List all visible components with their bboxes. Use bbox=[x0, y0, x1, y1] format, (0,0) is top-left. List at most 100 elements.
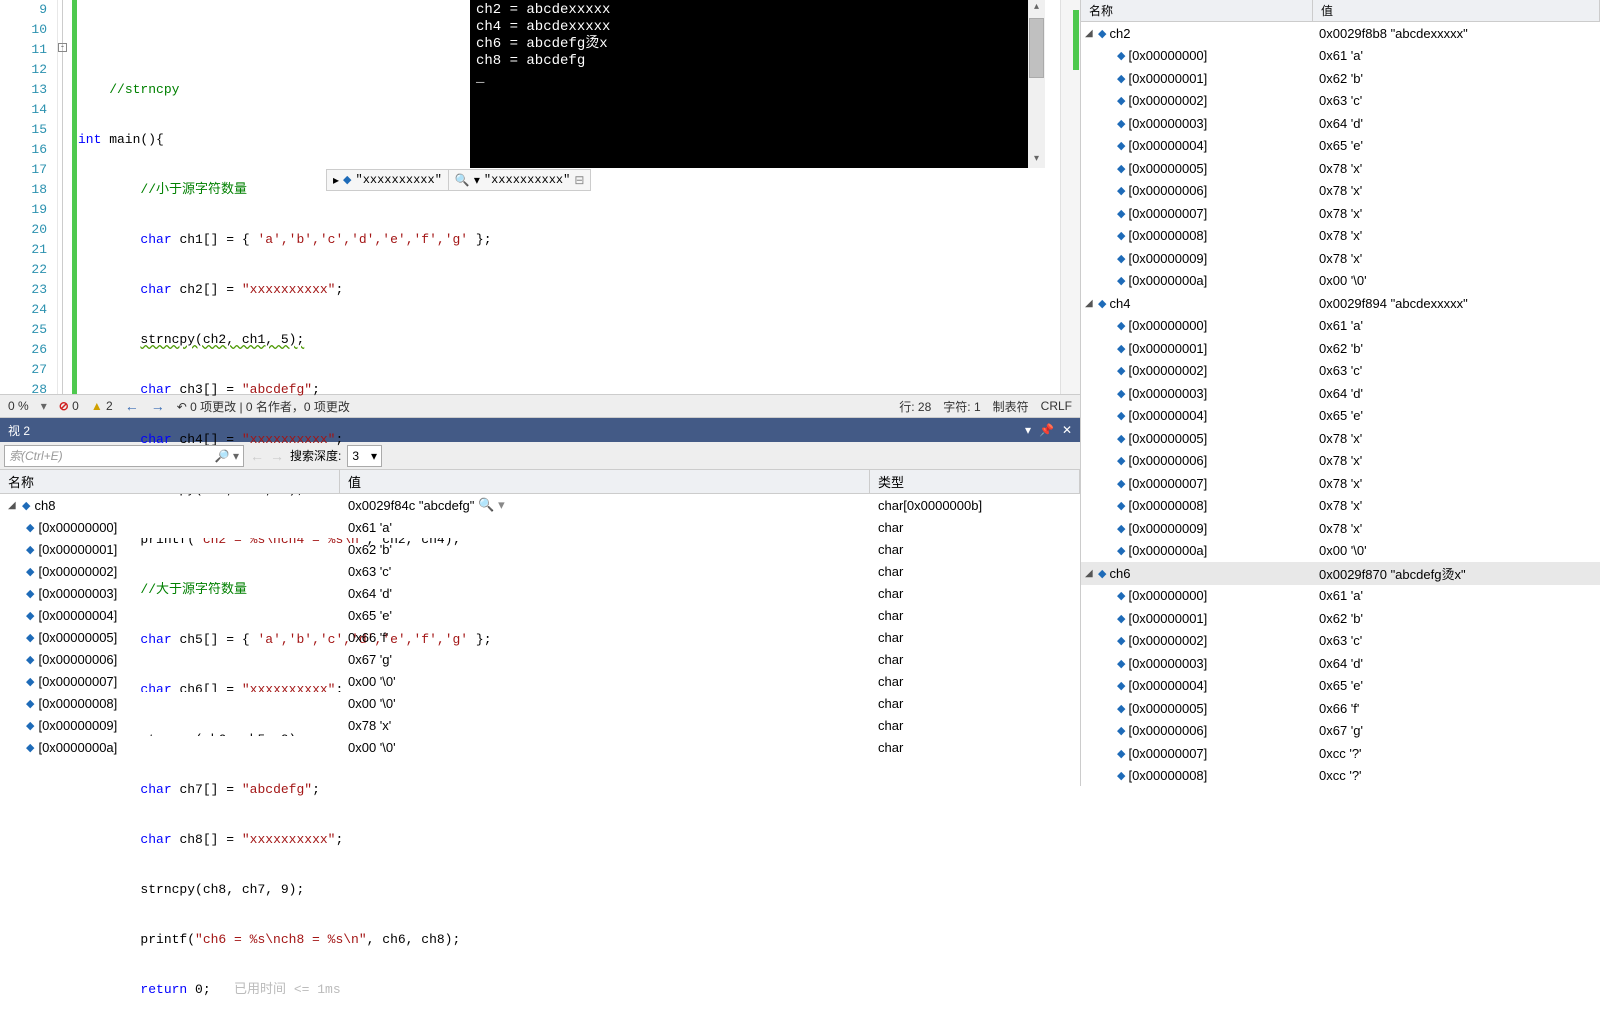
expand-icon[interactable]: ◢ bbox=[8, 500, 18, 511]
locals-row[interactable]: ◆ [0x00000007]0x78 'x' bbox=[1081, 202, 1600, 225]
watch-row[interactable]: ◆ [0x00000000]0x61 'a'char bbox=[0, 516, 1080, 538]
locals-tree[interactable]: ◢ ◆ ch20x0029f8b8 "abcdexxxxx"◆ [0x00000… bbox=[1081, 22, 1600, 786]
locals-row[interactable]: ◆ [0x00000003]0x64 'd' bbox=[1081, 382, 1600, 405]
error-icon[interactable]: ⊘ bbox=[59, 399, 69, 413]
locals-row[interactable]: ◆ [0x00000009]0x78 'x' bbox=[1081, 247, 1600, 270]
locals-row[interactable]: ◆ [0x00000001]0x62 'b' bbox=[1081, 607, 1600, 630]
col-header-name[interactable]: 名称 bbox=[0, 470, 340, 493]
locals-row[interactable]: ◆ [0x00000004]0x65 'e' bbox=[1081, 405, 1600, 428]
watch-row[interactable]: ◆ [0x00000009]0x78 'x'char bbox=[0, 714, 1080, 736]
debug-value-tooltip[interactable]: ▸ ◆ "xxxxxxxxxx" 🔍 ▾ "xxxxxxxxxx" ⊟ bbox=[326, 169, 591, 191]
search-icon[interactable]: 🔎 ▾ bbox=[215, 449, 239, 463]
locals-row[interactable]: ◆ [0x00000004]0x65 'e' bbox=[1081, 135, 1600, 158]
locals-row[interactable]: ◆ [0x00000000]0x61 'a' bbox=[1081, 585, 1600, 608]
locals-row[interactable]: ◆ [0x00000005]0x78 'x' bbox=[1081, 157, 1600, 180]
locals-row[interactable]: ◆ [0x00000000]0x61 'a' bbox=[1081, 45, 1600, 68]
console-line: ch8 = abcdefg bbox=[476, 53, 1039, 70]
watch-row[interactable]: ◆ [0x0000000a]0x00 '\0'char bbox=[0, 736, 1080, 758]
variable-icon: ◆ bbox=[1117, 274, 1125, 287]
locals-row[interactable]: ◆ [0x00000001]0x62 'b' bbox=[1081, 67, 1600, 90]
locals-row[interactable]: ◆ [0x00000007]0x78 'x' bbox=[1081, 472, 1600, 495]
line-gutter: 9 10 11 12 13 14 15 16 17 18 19 20 21 22… bbox=[0, 0, 58, 394]
locals-row[interactable]: ◆ [0x00000005]0x78 'x' bbox=[1081, 427, 1600, 450]
variable-icon: ◆ bbox=[26, 521, 34, 534]
locals-group[interactable]: ◢ ◆ ch20x0029f8b8 "abcdexxxxx" bbox=[1081, 22, 1600, 45]
locals-row[interactable]: ◆ [0x00000007]0xcc '?' bbox=[1081, 742, 1600, 765]
variable-icon: ◆ bbox=[26, 565, 34, 578]
watch-row[interactable]: ◆ [0x00000002]0x63 'c'char bbox=[0, 560, 1080, 582]
console-scrollbar[interactable]: ▴ ▾ bbox=[1028, 0, 1045, 168]
col-header-value[interactable]: 值 bbox=[340, 470, 870, 493]
locals-row[interactable]: ◆ [0x00000009]0x78 'x' bbox=[1081, 517, 1600, 540]
col-header-name[interactable]: 名称 bbox=[1081, 0, 1313, 21]
locals-group[interactable]: ◢ ◆ ch60x0029f870 "abcdefg烫x" bbox=[1081, 562, 1600, 585]
variable-icon: ◆ bbox=[26, 719, 34, 732]
variable-icon: ◆ bbox=[1117, 184, 1125, 197]
locals-row[interactable]: ◆ [0x0000000a]0x00 '\0' bbox=[1081, 270, 1600, 293]
watch-row-root[interactable]: ◢◆ ch8 0x0029f84c "abcdefg"🔍 ▾ char[0x00… bbox=[0, 494, 1080, 516]
minimap-change-mark bbox=[1073, 10, 1079, 70]
expand-icon[interactable]: ◢ bbox=[1085, 298, 1095, 309]
keyword: int bbox=[78, 132, 101, 147]
search-icon[interactable]: 🔍 bbox=[455, 173, 470, 188]
close-icon[interactable]: ✕ bbox=[1062, 423, 1072, 437]
locals-row[interactable]: ◆ [0x00000002]0x63 'c' bbox=[1081, 630, 1600, 653]
locals-row[interactable]: ◆ [0x00000006]0x67 'g' bbox=[1081, 720, 1600, 743]
variable-icon: ◆ bbox=[26, 653, 34, 666]
scroll-down-icon[interactable]: ▾ bbox=[1029, 152, 1044, 168]
pin-icon[interactable]: ⊟ bbox=[574, 173, 584, 188]
variable-icon: ◆ bbox=[1117, 679, 1125, 692]
locals-row[interactable]: ◆ [0x00000008]0xcc '?' bbox=[1081, 765, 1600, 787]
expand-icon[interactable]: ▸ bbox=[333, 173, 339, 188]
variable-icon: ◆ bbox=[1098, 567, 1106, 580]
code-editor[interactable]: 9 10 11 12 13 14 15 16 17 18 19 20 21 22… bbox=[0, 0, 1080, 394]
locals-row[interactable]: ◆ [0x00000006]0x78 'x' bbox=[1081, 180, 1600, 203]
watch-row[interactable]: ◆ [0x00000004]0x65 'e'char bbox=[0, 604, 1080, 626]
locals-row[interactable]: ◆ [0x00000006]0x78 'x' bbox=[1081, 450, 1600, 473]
variable-icon: ◆ bbox=[26, 675, 34, 688]
watch-search-input[interactable]: 索(Ctrl+E) 🔎 ▾ bbox=[4, 445, 244, 467]
editor-minimap[interactable] bbox=[1060, 0, 1080, 394]
variable-icon: ◆ bbox=[1117, 454, 1125, 467]
locals-row[interactable]: ◆ [0x00000003]0x64 'd' bbox=[1081, 112, 1600, 135]
variable-icon: ◆ bbox=[1117, 207, 1125, 220]
variable-icon: ◆ bbox=[1117, 72, 1125, 85]
variable-icon: ◆ bbox=[1117, 252, 1125, 265]
locals-group[interactable]: ◢ ◆ ch40x0029f894 "abcdexxxxx" bbox=[1081, 292, 1600, 315]
watch-grid-header: 名称 值 类型 bbox=[0, 470, 1080, 494]
watch-row[interactable]: ◆ [0x00000007]0x00 '\0'char bbox=[0, 670, 1080, 692]
locals-row[interactable]: ◆ [0x00000008]0x78 'x' bbox=[1081, 495, 1600, 518]
col-header-type[interactable]: 类型 bbox=[870, 470, 1080, 493]
locals-row[interactable]: ◆ [0x00000002]0x63 'c' bbox=[1081, 360, 1600, 383]
watch-row[interactable]: ◆ [0x00000005]0x66 'f'char bbox=[0, 626, 1080, 648]
locals-row[interactable]: ◆ [0x00000004]0x65 'e' bbox=[1081, 675, 1600, 698]
expand-icon[interactable]: ◢ bbox=[1085, 568, 1095, 579]
variable-icon: ◆ bbox=[1117, 477, 1125, 490]
col-header-value[interactable]: 值 bbox=[1313, 0, 1600, 21]
watch-row[interactable]: ◆ [0x00000006]0x67 'g'char bbox=[0, 648, 1080, 670]
locals-row[interactable]: ◆ [0x00000001]0x62 'b' bbox=[1081, 337, 1600, 360]
locals-row[interactable]: ◆ [0x0000000a]0x00 '\0' bbox=[1081, 540, 1600, 563]
fold-toggle-icon[interactable]: - bbox=[58, 43, 67, 52]
expand-icon[interactable]: ◢ bbox=[1085, 28, 1095, 39]
watch-grid[interactable]: 名称 值 类型 ◢◆ ch8 0x0029f84c "abcdefg"🔍 ▾ c… bbox=[0, 470, 1080, 786]
watch-row[interactable]: ◆ [0x00000008]0x00 '\0'char bbox=[0, 692, 1080, 714]
scroll-thumb[interactable] bbox=[1029, 18, 1044, 78]
locals-row[interactable]: ◆ [0x00000003]0x64 'd' bbox=[1081, 652, 1600, 675]
scroll-up-icon[interactable]: ▴ bbox=[1029, 0, 1044, 16]
variable-icon: ◆ bbox=[26, 587, 34, 600]
variable-icon: ◆ bbox=[1117, 702, 1125, 715]
locals-row[interactable]: ◆ [0x00000000]0x61 'a' bbox=[1081, 315, 1600, 338]
locals-row[interactable]: ◆ [0x00000005]0x66 'f' bbox=[1081, 697, 1600, 720]
variable-icon: ◆ bbox=[1117, 724, 1125, 737]
locals-row[interactable]: ◆ [0x00000008]0x78 'x' bbox=[1081, 225, 1600, 248]
zoom-level[interactable]: 0 % bbox=[8, 399, 29, 413]
variable-icon: ◆ bbox=[1117, 612, 1125, 625]
locals-row[interactable]: ◆ [0x00000002]0x63 'c' bbox=[1081, 90, 1600, 113]
watch-row[interactable]: ◆ [0x00000001]0x62 'b'char bbox=[0, 538, 1080, 560]
watch-row[interactable]: ◆ [0x00000003]0x64 'd'char bbox=[0, 582, 1080, 604]
comment: //strncpy bbox=[109, 82, 179, 97]
locals-panel: 名称 值 ◢ ◆ ch20x0029f8b8 "abcdexxxxx"◆ [0x… bbox=[1080, 0, 1600, 786]
view-icon[interactable]: 🔍 ▾ bbox=[478, 497, 504, 513]
variable-icon: ◆ bbox=[1117, 162, 1125, 175]
